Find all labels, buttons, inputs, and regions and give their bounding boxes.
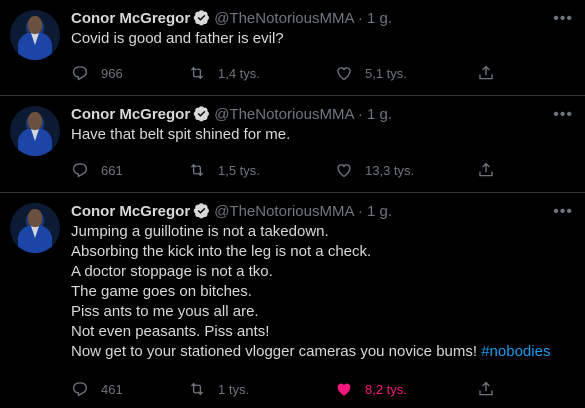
retweet-button[interactable]: 1,5 tys. <box>188 161 260 179</box>
like-button[interactable]: 13,3 tys. <box>335 161 414 179</box>
share-button[interactable] <box>477 64 507 82</box>
retweet-count: 1,5 tys. <box>218 162 260 178</box>
timestamp[interactable]: 1 g. <box>367 203 392 220</box>
action-bar: 966 1,4 tys. 5,1 tys. <box>71 64 501 84</box>
tweet-text: Have that belt spit shined for me. <box>71 125 571 145</box>
tweet-line: Not even peasants. Piss ants! <box>71 323 270 340</box>
tweet-line: Absorbing the kick into the leg is not a… <box>71 243 372 260</box>
tweet-line: A doctor stoppage is not a tko. <box>71 263 273 280</box>
share-icon <box>479 381 493 396</box>
verified-badge-icon <box>193 10 210 26</box>
tweet-line: Have that belt spit shined for me. <box>71 126 291 143</box>
like-icon <box>337 383 351 396</box>
action-bar: 661 1,5 tys. 13,3 tys. <box>71 161 501 181</box>
like-count: 13,3 tys. <box>365 162 415 178</box>
tweet-3[interactable]: Conor McGregor @TheNotoriousMMA · 1 g. ••… <box>0 193 585 408</box>
tweet-header: Conor McGregor @TheNotoriousMMA · 1 g. <box>71 105 392 125</box>
tweet-line: Covid is good and father is evil? <box>71 30 284 47</box>
tweet-line: The game goes on bitches. <box>71 283 252 300</box>
like-button[interactable]: 8,2 tys. <box>335 380 407 398</box>
tweet-text: Jumping a guillotine is not a takedown. … <box>71 222 571 362</box>
like-count: 8,2 tys. <box>365 381 407 397</box>
reply-count: 461 <box>101 381 123 397</box>
more-icon[interactable]: ••• <box>553 203 573 221</box>
reply-count: 661 <box>101 162 123 178</box>
tweet-text: Covid is good and father is evil? <box>71 29 571 49</box>
reply-icon <box>72 382 88 397</box>
share-icon <box>479 162 493 177</box>
like-icon <box>337 67 351 81</box>
retweet-icon <box>190 382 204 396</box>
verified-badge-icon <box>193 203 210 219</box>
retweet-count: 1 tys. <box>218 381 250 397</box>
reply-count: 966 <box>101 65 123 81</box>
author-handle[interactable]: @TheNotoriousMMA <box>214 10 353 27</box>
share-button[interactable] <box>477 161 507 179</box>
retweet-icon <box>190 163 204 177</box>
timeline-feed: Conor McGregor @TheNotoriousMMA · 1 g. ••… <box>0 0 585 408</box>
tweet-line: Piss ants to me yous all are. <box>71 303 259 320</box>
retweet-button[interactable]: 1,4 tys. <box>188 64 260 82</box>
author-name[interactable]: Conor McGregor <box>71 10 190 27</box>
like-button[interactable]: 5,1 tys. <box>335 64 407 82</box>
tweet-2[interactable]: Conor McGregor @TheNotoriousMMA · 1 g. ••… <box>0 96 585 193</box>
avatar[interactable] <box>10 203 60 253</box>
separator-dot: · <box>357 203 363 220</box>
verified-badge-icon <box>193 106 210 122</box>
avatar[interactable] <box>10 106 60 156</box>
separator-dot: · <box>357 106 363 123</box>
tweet-line-text: Now get to your stationed vlogger camera… <box>71 343 478 360</box>
share-button[interactable] <box>477 380 507 398</box>
avatar[interactable] <box>10 10 60 60</box>
like-count: 5,1 tys. <box>365 65 407 81</box>
tweet-1[interactable]: Conor McGregor @TheNotoriousMMA · 1 g. ••… <box>0 0 585 96</box>
tweet-line: Now get to your stationed vlogger camera… <box>71 342 571 362</box>
share-icon <box>479 65 493 80</box>
reply-button[interactable]: 461 <box>71 380 123 398</box>
more-icon[interactable]: ••• <box>553 106 573 124</box>
action-bar: 461 1 tys. 8,2 tys. <box>71 380 501 400</box>
retweet-count: 1,4 tys. <box>218 65 260 81</box>
timestamp[interactable]: 1 g. <box>367 106 392 123</box>
reply-icon <box>72 163 88 178</box>
reply-button[interactable]: 661 <box>71 161 123 179</box>
hashtag-link[interactable]: #nobodies <box>481 343 550 360</box>
timestamp[interactable]: 1 g. <box>367 10 392 27</box>
like-icon <box>337 164 351 178</box>
tweet-header: Conor McGregor @TheNotoriousMMA · 1 g. <box>71 9 392 29</box>
tweet-line: Jumping a guillotine is not a takedown. <box>71 223 329 240</box>
tweet-header: Conor McGregor @TheNotoriousMMA · 1 g. <box>71 202 392 222</box>
author-handle[interactable]: @TheNotoriousMMA <box>214 203 353 220</box>
reply-icon <box>72 66 88 81</box>
author-name[interactable]: Conor McGregor <box>71 106 190 123</box>
retweet-icon <box>190 66 204 80</box>
reply-button[interactable]: 966 <box>71 64 123 82</box>
author-name[interactable]: Conor McGregor <box>71 203 190 220</box>
author-handle[interactable]: @TheNotoriousMMA <box>214 106 353 123</box>
retweet-button[interactable]: 1 tys. <box>188 380 249 398</box>
more-icon[interactable]: ••• <box>553 10 573 28</box>
separator-dot: · <box>357 10 363 27</box>
